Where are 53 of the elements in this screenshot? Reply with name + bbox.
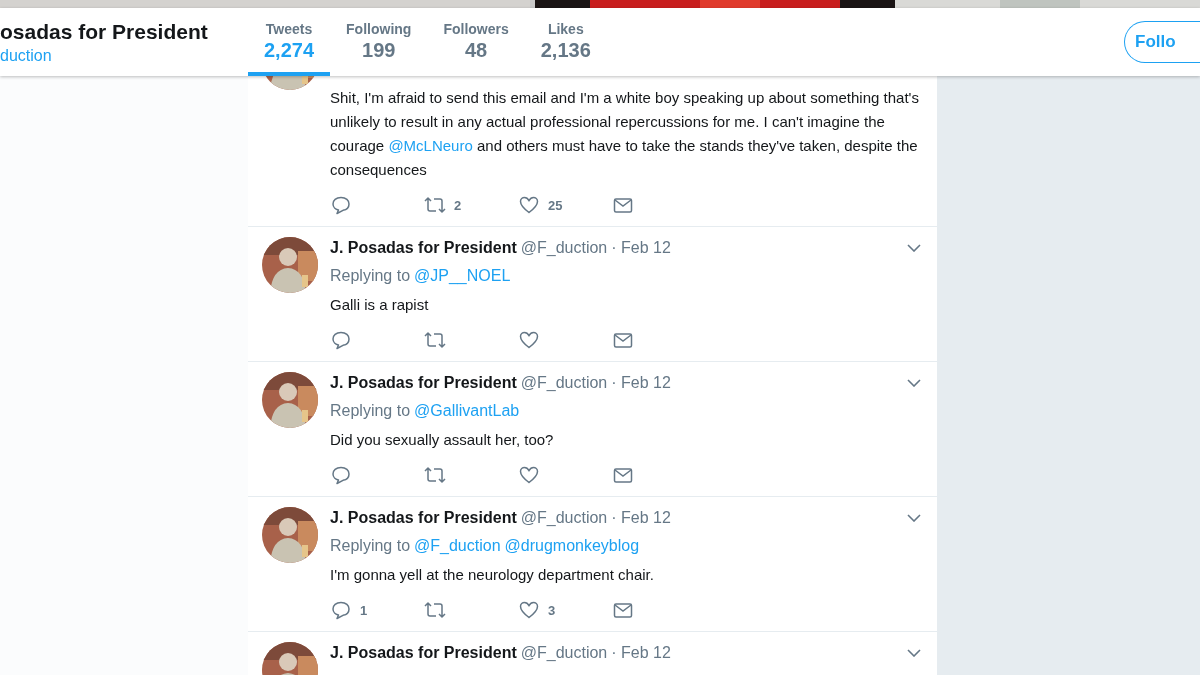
profile-name: osadas for President: [0, 19, 208, 45]
like-count: 25: [548, 197, 563, 213]
replying-label: Replying to: [330, 267, 411, 284]
chevron-icon[interactable]: [907, 514, 921, 522]
stat-tab[interactable]: Likes 2,136: [524, 8, 607, 76]
reply-count: 1: [360, 602, 368, 618]
heart-icon[interactable]: [518, 600, 540, 620]
user-handle: @F_duction: [520, 238, 608, 258]
tweet-text: I'm gonna yell at the neurology department chair.: [330, 565, 655, 585]
envelope-icon[interactable]: [612, 465, 634, 485]
tweet-text: Shit, I'm afraid to send this email and I'm a white boy speaking up about something that's unlikely to result in any actual professional repercussions for me. I can't imagine the courage @McLNeuro and others must have to take the stands they've taken, despite the consequences: [330, 88, 920, 180]
chevron-icon[interactable]: [907, 379, 921, 387]
speech-bubble-icon[interactable]: [330, 330, 352, 350]
replying-label: Replying to: [330, 402, 411, 419]
retweet-icon[interactable]: [424, 330, 446, 350]
retweet-icon[interactable]: [424, 465, 446, 485]
heart-icon[interactable]: [518, 195, 540, 215]
retweet-icon[interactable]: [424, 195, 446, 215]
heart-icon[interactable]: [518, 330, 540, 350]
tweet-date[interactable]: · Feb 12: [611, 237, 671, 259]
tweet-text: Did you sexually assault her, too?: [330, 430, 555, 450]
mention-link[interactable]: @JP__NOEL: [414, 267, 511, 284]
tweet-date[interactable]: · Feb 12: [611, 507, 671, 529]
chevron-icon[interactable]: [907, 244, 921, 252]
like-count: 3: [548, 602, 556, 618]
follow-button[interactable]: Follo: [1124, 21, 1200, 63]
stat-tab[interactable]: Following 199: [330, 8, 428, 76]
chevron-icon[interactable]: [907, 649, 921, 657]
mention-link[interactable]: @F_duction: [414, 537, 501, 554]
retweet-icon[interactable]: [424, 600, 446, 620]
user-name[interactable]: J. Posadas for President: [330, 237, 517, 259]
user-name[interactable]: J. Posadas for President: [330, 372, 517, 394]
envelope-icon[interactable]: [612, 600, 634, 620]
user-handle: @F_duction: [520, 643, 608, 663]
retweet-count: 2: [454, 197, 462, 213]
speech-bubble-icon[interactable]: [330, 465, 352, 485]
heart-icon[interactable]: [518, 465, 540, 485]
profile-handle[interactable]: duction: [0, 45, 52, 67]
mention-link[interactable]: @GallivantLab: [414, 402, 520, 419]
tweet-text: Galli is a rapist: [330, 295, 430, 315]
mention-link[interactable]: @drugmonkeyblog: [504, 537, 640, 554]
user-handle: @F_duction: [520, 508, 608, 528]
speech-bubble-icon[interactable]: [330, 600, 352, 620]
user-handle: @F_duction: [520, 373, 608, 393]
envelope-icon[interactable]: [612, 195, 634, 215]
replying-label: Replying to: [330, 537, 411, 554]
user-name[interactable]: J. Posadas for President: [330, 642, 517, 664]
speech-bubble-icon[interactable]: [330, 195, 352, 215]
user-name[interactable]: J. Posadas for President: [330, 507, 517, 529]
stat-tab[interactable]: Followers 48: [427, 8, 525, 76]
tweet-date[interactable]: · Feb 12: [611, 372, 671, 394]
tweet-date[interactable]: · Feb 12: [611, 642, 671, 664]
envelope-icon[interactable]: [612, 330, 634, 350]
